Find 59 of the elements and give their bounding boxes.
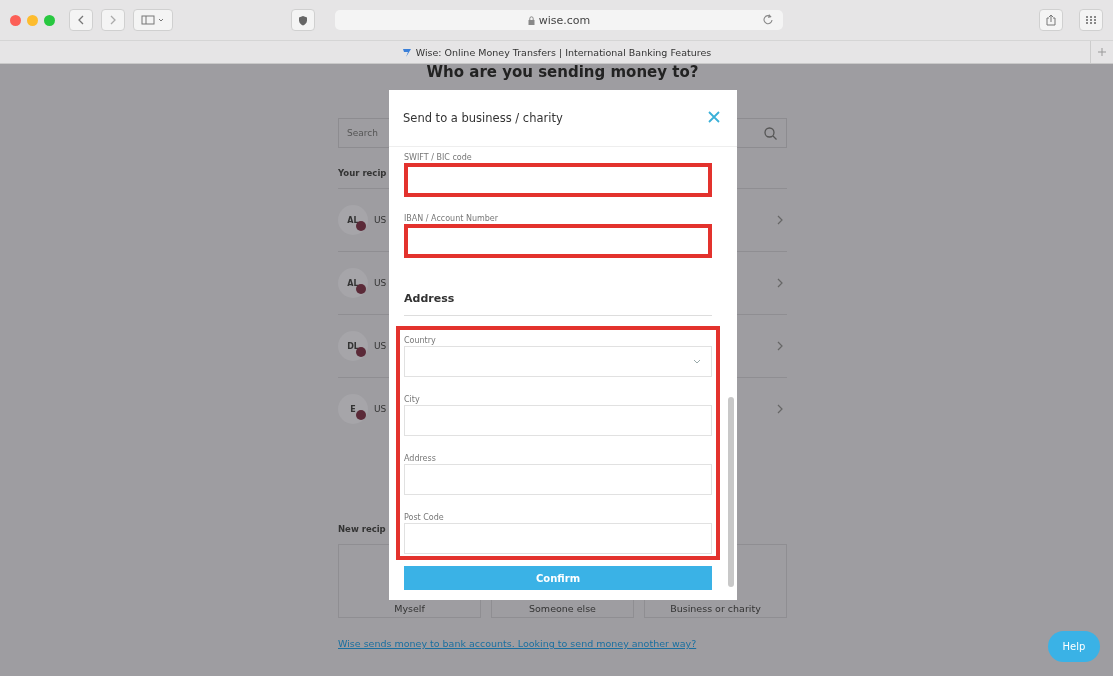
chevron-icon	[777, 278, 783, 288]
reload-icon[interactable]	[763, 13, 773, 25]
tab-title[interactable]: Wise: Online Money Transfers | International Banking Features	[415, 46, 712, 58]
confirm-button[interactable]: Confirm	[404, 566, 712, 590]
url-text: wise.com	[538, 13, 591, 27]
avatar: AL	[338, 205, 368, 235]
help-button[interactable]: Help	[1048, 631, 1100, 662]
input-field[interactable]	[404, 224, 712, 258]
share-button[interactable]	[1039, 9, 1063, 31]
help-link[interactable]: Wise sends money to bank accounts. Looking to send money another way?	[338, 638, 787, 649]
field-label: Country	[404, 336, 437, 345]
currency-code: US	[374, 278, 387, 288]
back-icon	[77, 15, 85, 25]
share-icon	[1046, 14, 1056, 26]
forward-icon	[109, 15, 117, 25]
flag-icon	[356, 347, 366, 357]
chevron-icon	[777, 341, 783, 351]
search-icon	[764, 127, 777, 140]
chevron-icon	[777, 215, 783, 225]
page-heading: Who are you sending money to?	[425, 64, 700, 80]
window-control-button[interactable]	[10, 14, 21, 26]
window-control-button[interactable]	[27, 14, 38, 26]
sidebar-button[interactable]	[133, 9, 173, 31]
forward-button[interactable]	[101, 9, 125, 31]
tab-overview-button[interactable]	[1079, 9, 1103, 31]
section-label: New recip	[338, 524, 387, 534]
shield-icon	[298, 14, 308, 26]
section-label: Your recip	[338, 168, 388, 178]
flag-icon	[356, 221, 366, 231]
modal-title: Send to a business / charity	[403, 111, 563, 125]
privacy-button[interactable]	[291, 9, 315, 31]
currency-code: US	[374, 215, 387, 225]
lock-icon	[527, 15, 535, 25]
sidebar-icon	[141, 15, 165, 25]
avatar: DL	[338, 331, 368, 361]
avatar: AL	[338, 268, 368, 298]
field-label: City	[404, 395, 421, 404]
scrollbar[interactable]	[728, 397, 734, 587]
input-field[interactable]	[404, 163, 712, 197]
close-icon	[707, 110, 721, 124]
avatar: E	[338, 394, 368, 424]
chevron-icon	[777, 404, 783, 414]
field-label: Post Code	[404, 513, 445, 522]
flag-icon	[356, 284, 366, 294]
back-button[interactable]	[69, 9, 93, 31]
grid-icon	[1086, 16, 1096, 24]
field-label: IBAN / Account Number	[404, 214, 500, 223]
dropdown[interactable]	[404, 346, 712, 377]
currency-code: US	[374, 341, 387, 351]
currency-code: US	[374, 404, 387, 414]
logo-icon	[401, 46, 412, 58]
address-bar[interactable]: wise.com	[335, 10, 783, 30]
plus-icon[interactable]	[1098, 48, 1106, 56]
section-heading: Address	[404, 292, 712, 316]
window-control-button[interactable]	[44, 14, 55, 26]
flag-icon	[356, 410, 366, 420]
field-label: SWIFT / BIC code	[404, 153, 473, 162]
chevron-down-icon	[693, 359, 701, 364]
field-label: Address	[404, 454, 437, 463]
